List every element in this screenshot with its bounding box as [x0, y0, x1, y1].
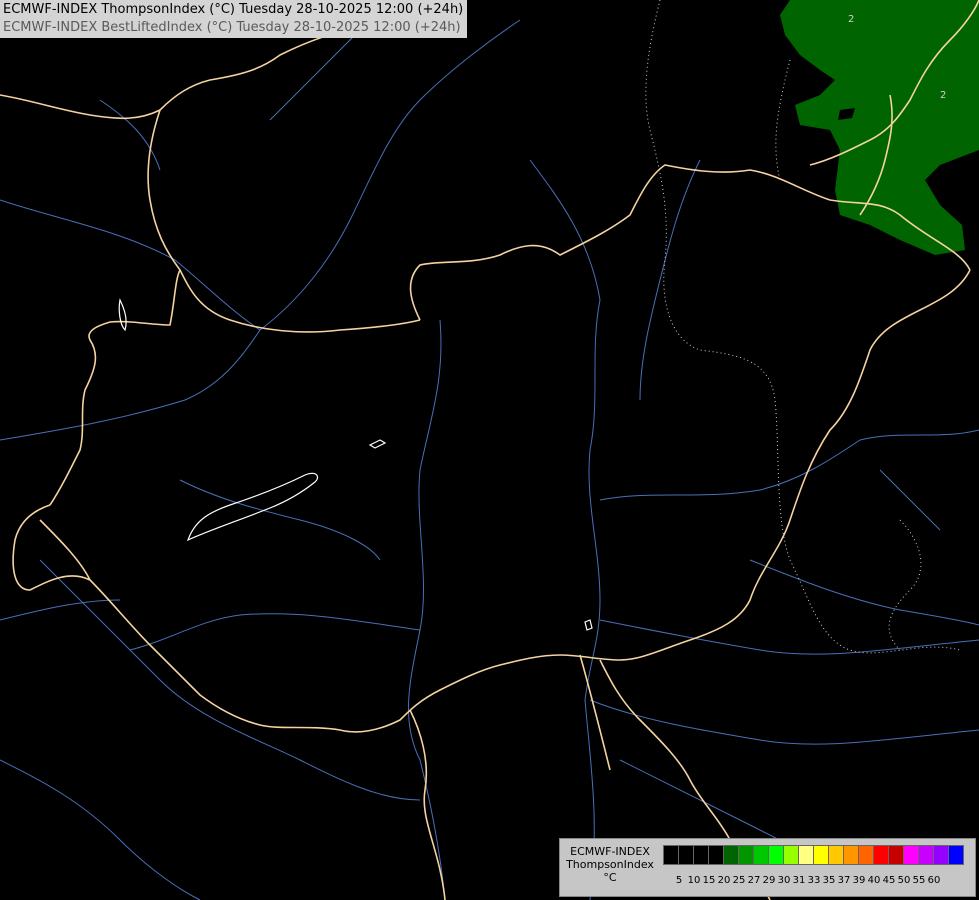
legend-swatch — [888, 845, 904, 865]
legend-swatch — [918, 845, 934, 865]
legend-tick-label: 30 — [777, 875, 791, 886]
legend-tick-label: 50 — [897, 875, 911, 886]
legend-swatch — [858, 845, 874, 865]
legend-tick-label: 40 — [867, 875, 881, 886]
legend-tick-label: 27 — [747, 875, 761, 886]
legend-tick-label: 33 — [807, 875, 821, 886]
legend-tick-label: 20 — [717, 875, 731, 886]
legend-tick-label: 31 — [792, 875, 806, 886]
legend-swatch — [753, 845, 769, 865]
contour-label: 2 — [848, 14, 854, 25]
color-legend: ECMWF-INDEX ThompsonIndex °C 5 10 15 20 25 27… — [559, 838, 976, 897]
legend-label-model: ECMWF-INDEX — [570, 845, 650, 858]
legend-tick-label: 60 — [927, 875, 941, 886]
legend-swatch — [708, 845, 724, 865]
legend-tick-label: 15 — [702, 875, 716, 886]
legend-tick-label: 39 — [852, 875, 866, 886]
weather-map: 2 2 — [0, 0, 979, 900]
legend-swatch — [933, 845, 949, 865]
legend-tick-label: 10 — [687, 875, 701, 886]
legend-swatch — [873, 845, 889, 865]
legend-swatch — [903, 845, 919, 865]
legend-swatch — [798, 845, 814, 865]
legend-swatch — [663, 845, 679, 865]
legend-tick-label: 37 — [837, 875, 851, 886]
legend-swatch — [948, 845, 964, 865]
legend-swatch — [678, 845, 694, 865]
legend-swatch — [813, 845, 829, 865]
legend-label: ECMWF-INDEX ThompsonIndex °C — [562, 845, 658, 884]
legend-tick-label: 45 — [882, 875, 896, 886]
title-line-thompson: ECMWF-INDEX ThompsonIndex (°C) Tuesday 2… — [3, 2, 464, 17]
map-title: ECMWF-INDEX ThompsonIndex (°C) Tuesday 2… — [0, 0, 468, 38]
legend-swatch — [843, 845, 859, 865]
legend-tick-label: 5 — [675, 875, 683, 886]
legend-label-index: ThompsonIndex — [566, 858, 654, 871]
legend-swatch — [738, 845, 754, 865]
legend-tick-label: 29 — [762, 875, 776, 886]
legend-swatch — [783, 845, 799, 865]
legend-tick-label: 55 — [912, 875, 926, 886]
legend-swatch — [828, 845, 844, 865]
legend-swatch — [723, 845, 739, 865]
legend-swatch — [693, 845, 709, 865]
contour-label: 2 — [940, 90, 946, 101]
legend-tick-label: 35 — [822, 875, 836, 886]
legend-swatch — [768, 845, 784, 865]
legend-label-unit: °C — [603, 871, 617, 884]
title-line-bestlifted: ECMWF-INDEX BestLiftedIndex (°C) Tuesday… — [3, 20, 461, 35]
legend-tick-label: 25 — [732, 875, 746, 886]
